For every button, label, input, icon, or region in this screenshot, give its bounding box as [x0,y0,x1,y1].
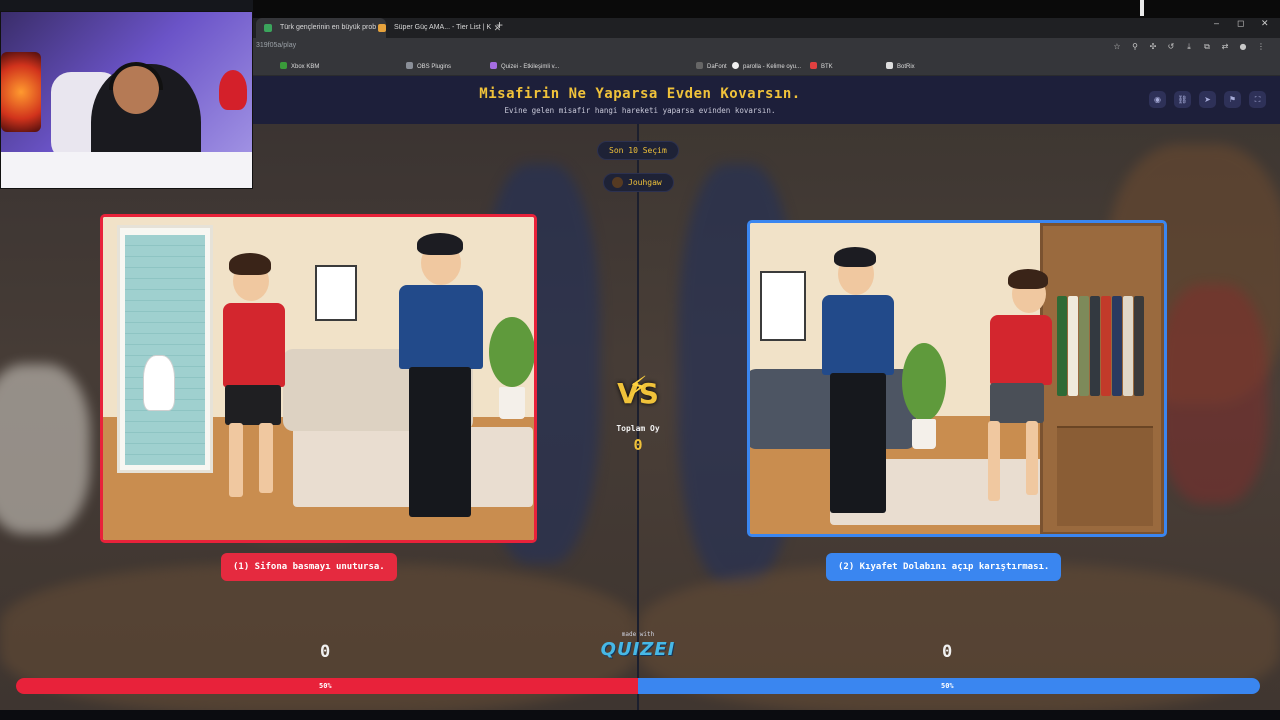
send-icon[interactable]: ➤ [1199,91,1216,108]
plant-pot [499,387,525,419]
puzzle-icon[interactable]: ✣ [1148,42,1158,52]
bookmark-item[interactable]: parolla - Kelime oyu... [732,62,801,70]
user-badge: Jouhgaw [603,173,674,192]
bookmark-item[interactable]: OBS Plugins [406,62,451,70]
option-2-score: 0 [942,642,953,662]
profile-icon[interactable]: ● [1238,42,1248,52]
wardrobe-drawers [1057,426,1153,526]
star-icon[interactable]: ☆ [1112,42,1122,52]
guest-hair [229,253,271,275]
bathroom-tiles [125,235,205,465]
guest-shirt [990,315,1052,385]
avatar [612,177,623,188]
top-black-strip [253,0,1280,18]
host-pants [830,373,886,513]
tab-title: Türk gençlerinin en büyük prob [280,24,377,31]
user-name: Jouhgaw [628,178,662,187]
wall-art [760,271,806,341]
bookmark-item[interactable]: Xbox KBM [280,62,319,70]
option-1-percent: 50% [319,682,332,690]
lightning-icon: ⚡ [628,370,648,403]
menu-icon[interactable]: ⋮ [1256,42,1266,52]
bookmark-item[interactable]: BotRix [886,62,915,70]
bookmark-icon [280,62,287,69]
bookmark-icon [490,62,497,69]
guest-leg [229,423,243,497]
tab-1[interactable]: Türk gençlerinin en büyük prob ✕ [256,18,387,38]
option-2-button[interactable]: (2) Kıyafet Dolabını açıp karıştırması. [826,553,1062,581]
share-icon[interactable]: ⧉ [1202,42,1212,52]
bookmark-icon [696,62,703,69]
wall-art [315,265,357,321]
tab-favicon-icon [378,24,386,32]
minimize-button[interactable]: – [1214,18,1219,28]
tab-2[interactable]: Süper Güç AMA... - Tier List | K ✕ [370,18,501,38]
link-icon[interactable]: ⛓ [1174,91,1191,108]
option-2-percent: 50% [941,682,954,690]
guest-shorts [225,385,281,425]
recording-marker [1140,0,1144,16]
desk [1,152,252,188]
plush-toy [219,70,247,110]
folder-icon [406,62,413,69]
bookmark-item[interactable]: Quizei - Etkileşimli v... [490,62,559,70]
guest-hair [1008,269,1048,289]
bookmark-item[interactable]: BTK [810,62,833,70]
made-with-label: made with [621,631,655,638]
wardrobe [1040,223,1164,534]
guest-shorts [990,383,1044,423]
plant [489,317,534,387]
header-actions: ◉ ⛓ ➤ ⚑ ⛶ [1149,91,1266,108]
maximize-button[interactable]: ◻ [1237,18,1244,29]
bookmark-icon [732,62,739,69]
webcam-overlay [0,11,253,189]
host-hair [417,233,463,255]
host-pants [409,367,471,517]
guest-leg [1026,421,1038,495]
history-icon[interactable]: ↺ [1166,42,1176,52]
tab-favicon-icon [264,24,272,32]
host-shirt [399,285,483,369]
guest-leg [988,421,1000,501]
download-icon[interactable]: ⤓ [1184,42,1194,52]
extension-icon[interactable]: ⚲ [1130,42,1140,52]
option-1-card[interactable] [100,214,537,543]
translate-icon[interactable]: ⇄ [1220,42,1230,52]
option-1-button[interactable]: (1) Sifona basmayı unutursa. [221,553,397,581]
lamp [1,52,41,132]
round-badge: Son 10 Seçim [597,141,679,160]
option-1-score: 0 [320,642,331,662]
clothes-rack [1057,296,1153,396]
browser-toolbar-icons: ☆ ⚲ ✣ ↺ ⤓ ⧉ ⇄ ● ⋮ [1112,42,1266,52]
fullscreen-icon[interactable]: ⛶ [1249,91,1266,108]
guest-leg [259,423,273,493]
host-hair [834,247,876,267]
total-votes-value: 0 [633,436,643,454]
tab-title: Süper Güç AMA... - Tier List | K [394,24,492,31]
toilet [143,355,175,411]
bookmark-icon [886,62,893,69]
host-shirt [822,295,894,375]
eye-icon[interactable]: ◉ [1149,91,1166,108]
vote-progress-bar: 50% 50% [16,678,1260,694]
guest-shirt [223,303,285,387]
total-votes-label: Toplam Oy [616,424,660,433]
option-2-card[interactable] [747,220,1167,537]
plant [902,343,946,421]
flag-icon[interactable]: ⚑ [1224,91,1241,108]
bookmark-item[interactable]: DaFont [696,62,727,70]
quizei-logo[interactable]: QUIZEI [598,639,678,660]
plant-pot [912,419,936,449]
url-text[interactable]: 319f05a/play [256,42,296,49]
screen: Türk gençlerinin en büyük prob ✕ Süper G… [0,0,1280,720]
new-tab-button[interactable]: + [496,18,503,32]
close-button[interactable]: ✕ [1261,18,1269,29]
bookmark-icon [810,62,817,69]
bottom-strip [0,710,1280,720]
